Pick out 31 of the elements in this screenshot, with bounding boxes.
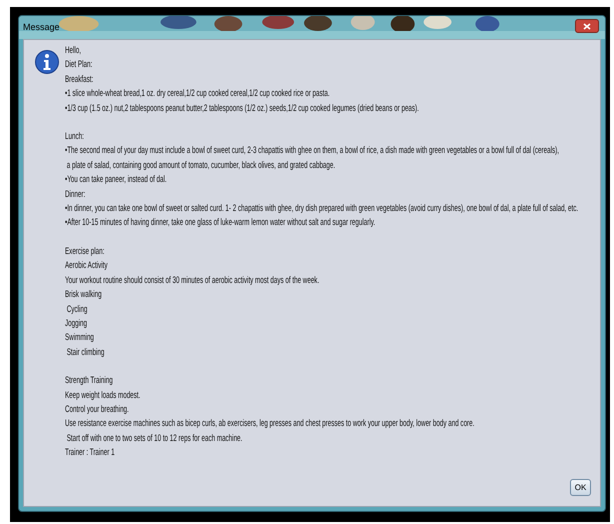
message-line: Aerobic Activity: [65, 259, 108, 274]
message-line: Jogging: [65, 316, 87, 331]
message-line: Lunch:: [65, 130, 84, 144]
message-line: Stair climbing: [66, 346, 104, 360]
message-line: Cycling: [66, 302, 88, 316]
message-line: Keep weight loads modest.: [65, 388, 140, 403]
close-button[interactable]: [575, 19, 599, 33]
info-icon: [35, 50, 59, 74]
window-title: Message: [23, 21, 60, 34]
message-line: Breakfast:: [65, 72, 94, 87]
message-line: Brisk walking: [65, 288, 102, 302]
message-line: Hello,: [65, 44, 82, 58]
message-line: Start off with one to two sets of 10 to 12 reps for each machine.: [66, 432, 242, 446]
close-icon: [583, 22, 591, 30]
message-line: •You can take paneer, instead of dal.: [65, 173, 167, 188]
message-line: a plate of salad, containing good amount of tomato, cucumber, black olives, and grated cabbage.: [66, 158, 336, 173]
message-line: •In dinner, you can take one bowl of sweet or salted curd. 1- 2 chapattis with ghee, dry dish prepared with green vegetables (avoid curry dishes), one bowl of dal, a plate full of salad, etc.: [65, 202, 578, 216]
message-line: Exercise plan:: [65, 244, 104, 259]
message-line: Dinner:: [65, 188, 86, 202]
message-line: Trainer : Trainer 1: [65, 446, 115, 460]
ok-button[interactable]: OK: [570, 479, 591, 496]
message-line: Swimming: [65, 331, 94, 346]
message-line: Diet Plan:: [65, 58, 92, 72]
message-line: Your workout routine should consist of 30 minutes of aerobic activity most days of the week.: [65, 274, 320, 288]
message-line: Control your breathing.: [65, 402, 129, 417]
message-line: •1 slice whole-wheat bread,1 oz. dry cereal,1/2 cup cooked cereal,1/2 cup cooked rice or pasta.: [65, 87, 330, 102]
message-line: Strength Training: [65, 374, 113, 388]
message-line: •After 10-15 minutes of having dinner, take one glass of luke-warm lemon water without salt and sugar regularly.: [65, 216, 376, 230]
message-line: •The second meal of your day must include a bowl of sweet curd, 2-3 chapattis with ghee on them, a bowl of rice, a dish made with green vegetables or a bowl full of dal (cereals),: [65, 144, 559, 158]
message-line: Use resistance exercise machines such as bicep curls, ab exercisers, leg presses and chest presses to work your upper body, lower body and core.: [65, 417, 474, 432]
message-line: •1/3 cup (1.5 oz.) nut,2 tablespoons peanut butter,2 tablespoons (1/2 oz.) seeds,1/2 cup cooked legumes (dried beans or peas).: [65, 102, 419, 116]
